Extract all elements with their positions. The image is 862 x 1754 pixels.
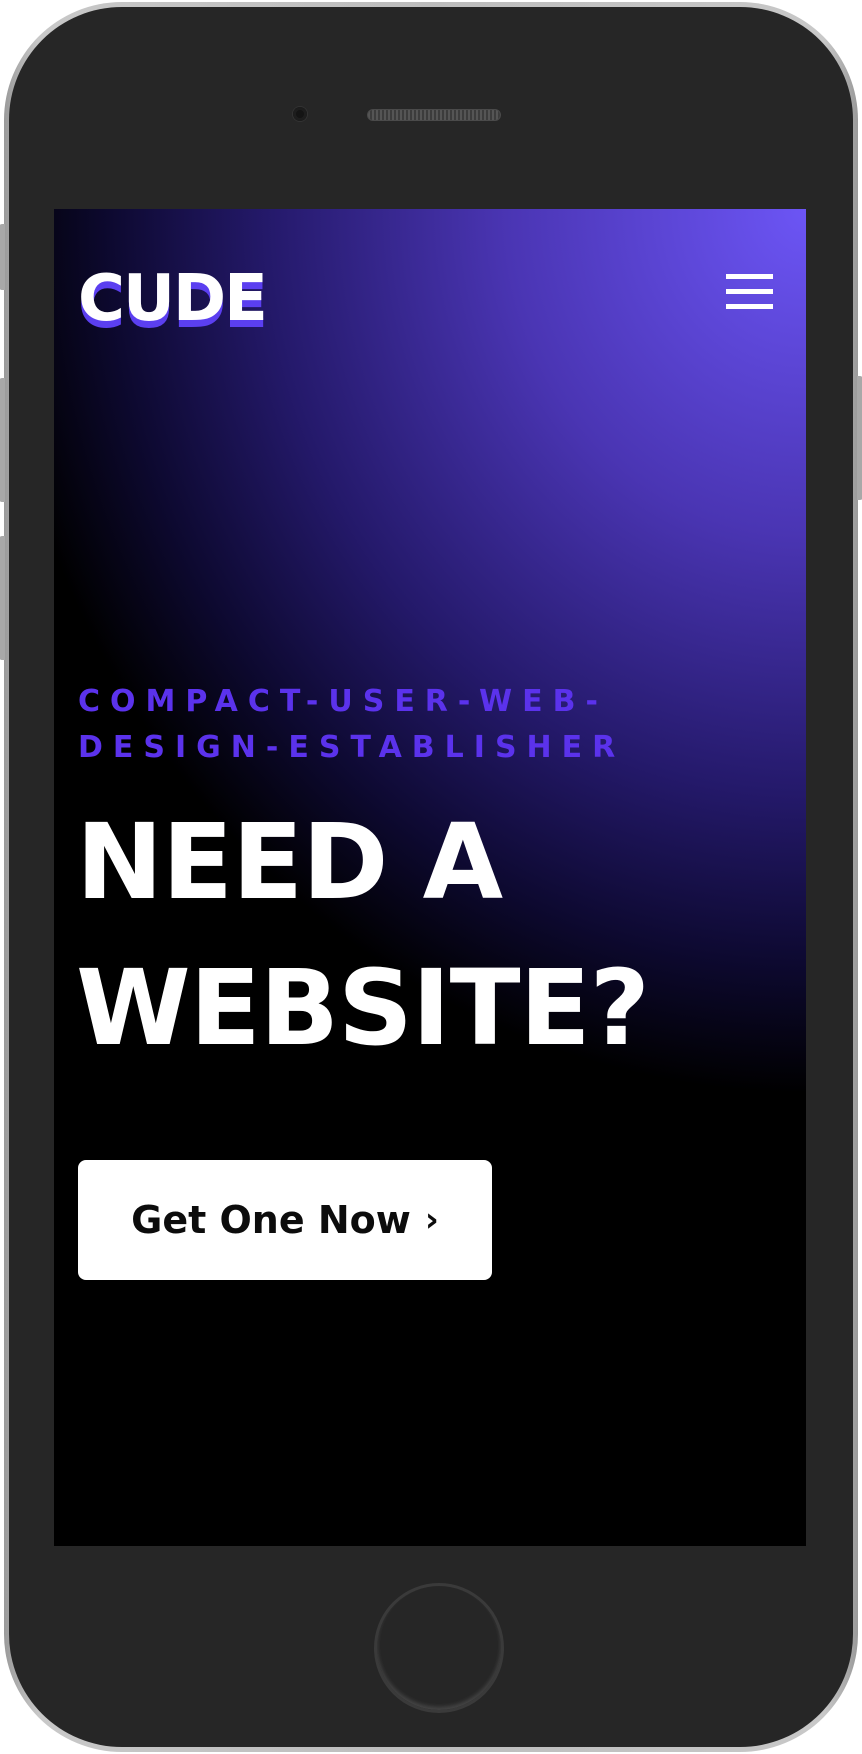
- site-logo[interactable]: CUDE: [78, 267, 268, 331]
- silent-switch: [0, 224, 5, 290]
- power-button: [857, 376, 862, 500]
- hero-tagline: COMPACT-USER-WEB-DESIGN-ESTABLISHER: [78, 684, 626, 765]
- chevron-right-icon: ›: [424, 1200, 439, 1240]
- volume-down-button: [0, 536, 5, 660]
- phone-screen: CUDE COMPACT-USER-WEB-DESIGN-ESTABLISHER…: [54, 209, 806, 1546]
- earpiece-speaker: [367, 109, 501, 121]
- front-camera: [293, 107, 307, 121]
- cta-label: Get One Now: [131, 1198, 411, 1242]
- hero-headline: NEED A WEBSITE?: [76, 801, 650, 1069]
- hamburger-menu-icon[interactable]: [726, 274, 774, 312]
- get-one-now-button[interactable]: Get One Now ›: [78, 1160, 492, 1280]
- volume-up-button: [0, 378, 5, 502]
- home-button[interactable]: [374, 1583, 504, 1713]
